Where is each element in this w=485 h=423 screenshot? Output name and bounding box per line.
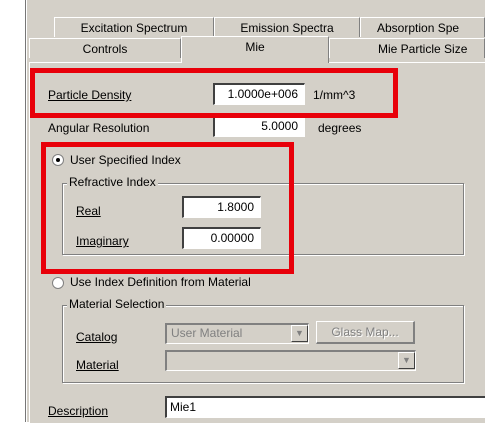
- tab-label: Emission Spectra: [240, 21, 334, 35]
- particle-density-unit: 1/mm^3: [313, 88, 356, 102]
- tab-label: Absorption Spe: [377, 21, 460, 35]
- material-combobox[interactable]: ▼: [165, 350, 416, 371]
- real-index-field[interactable]: 1.8000: [182, 196, 261, 218]
- tab-mie-particle-size[interactable]: Mie Particle Size: [329, 38, 485, 58]
- chevron-down-icon[interactable]: ▼: [291, 325, 308, 342]
- angular-resolution-label: Angular Resolution: [48, 121, 150, 135]
- material-selection-groupbox: [62, 305, 464, 383]
- description-field[interactable]: Mie1: [165, 396, 485, 418]
- tab-label: Mie Particle Size: [378, 42, 468, 56]
- tab-label: Mie: [245, 40, 265, 54]
- refractive-index-title: Refractive Index: [67, 175, 158, 189]
- imaginary-index-field[interactable]: 0.00000: [182, 227, 261, 249]
- description-label: Description: [48, 404, 109, 418]
- chevron-down-icon[interactable]: ▼: [398, 352, 415, 369]
- tab-absorption-spectrum[interactable]: Absorption Spe: [360, 17, 485, 37]
- tab-mie[interactable]: Mie: [181, 36, 329, 63]
- imaginary-label: Imaginary: [76, 234, 129, 248]
- angular-resolution-unit: degrees: [318, 121, 362, 135]
- material-label: Material: [76, 358, 119, 372]
- tab-label: Excitation Spectrum: [80, 21, 188, 35]
- catalog-combobox[interactable]: User Material ▼: [165, 323, 309, 344]
- particle-density-field[interactable]: 1.0000e+006: [213, 83, 305, 105]
- user-specified-index-label: User Specified Index: [70, 153, 181, 167]
- mie-tab-panel: Particle Density 1.0000e+006 1/mm^3 Angu…: [29, 62, 485, 423]
- particle-density-label: Particle Density: [48, 88, 132, 102]
- real-label: Real: [76, 204, 101, 218]
- user-specified-index-radio[interactable]: [52, 154, 64, 166]
- tab-label: Controls: [82, 42, 128, 56]
- catalog-label: Catalog: [76, 330, 118, 344]
- tab-controls[interactable]: Controls: [29, 38, 181, 58]
- material-selection-title: Material Selection: [67, 297, 167, 311]
- angular-resolution-field[interactable]: 5.0000: [213, 115, 305, 137]
- catalog-value: User Material: [171, 326, 243, 340]
- tab-emission-spectra[interactable]: Emission Spectra: [214, 17, 360, 37]
- use-material-index-radio[interactable]: [52, 277, 64, 289]
- window-left-edge: [0, 0, 26, 422]
- glass-map-button[interactable]: Glass Map...: [316, 321, 415, 344]
- mie-properties-dialog: Excitation Spectrum Emission Spectra Abs…: [27, 0, 485, 423]
- use-material-index-label: Use Index Definition from Material: [70, 275, 251, 289]
- tab-excitation-spectrum[interactable]: Excitation Spectrum: [54, 17, 214, 37]
